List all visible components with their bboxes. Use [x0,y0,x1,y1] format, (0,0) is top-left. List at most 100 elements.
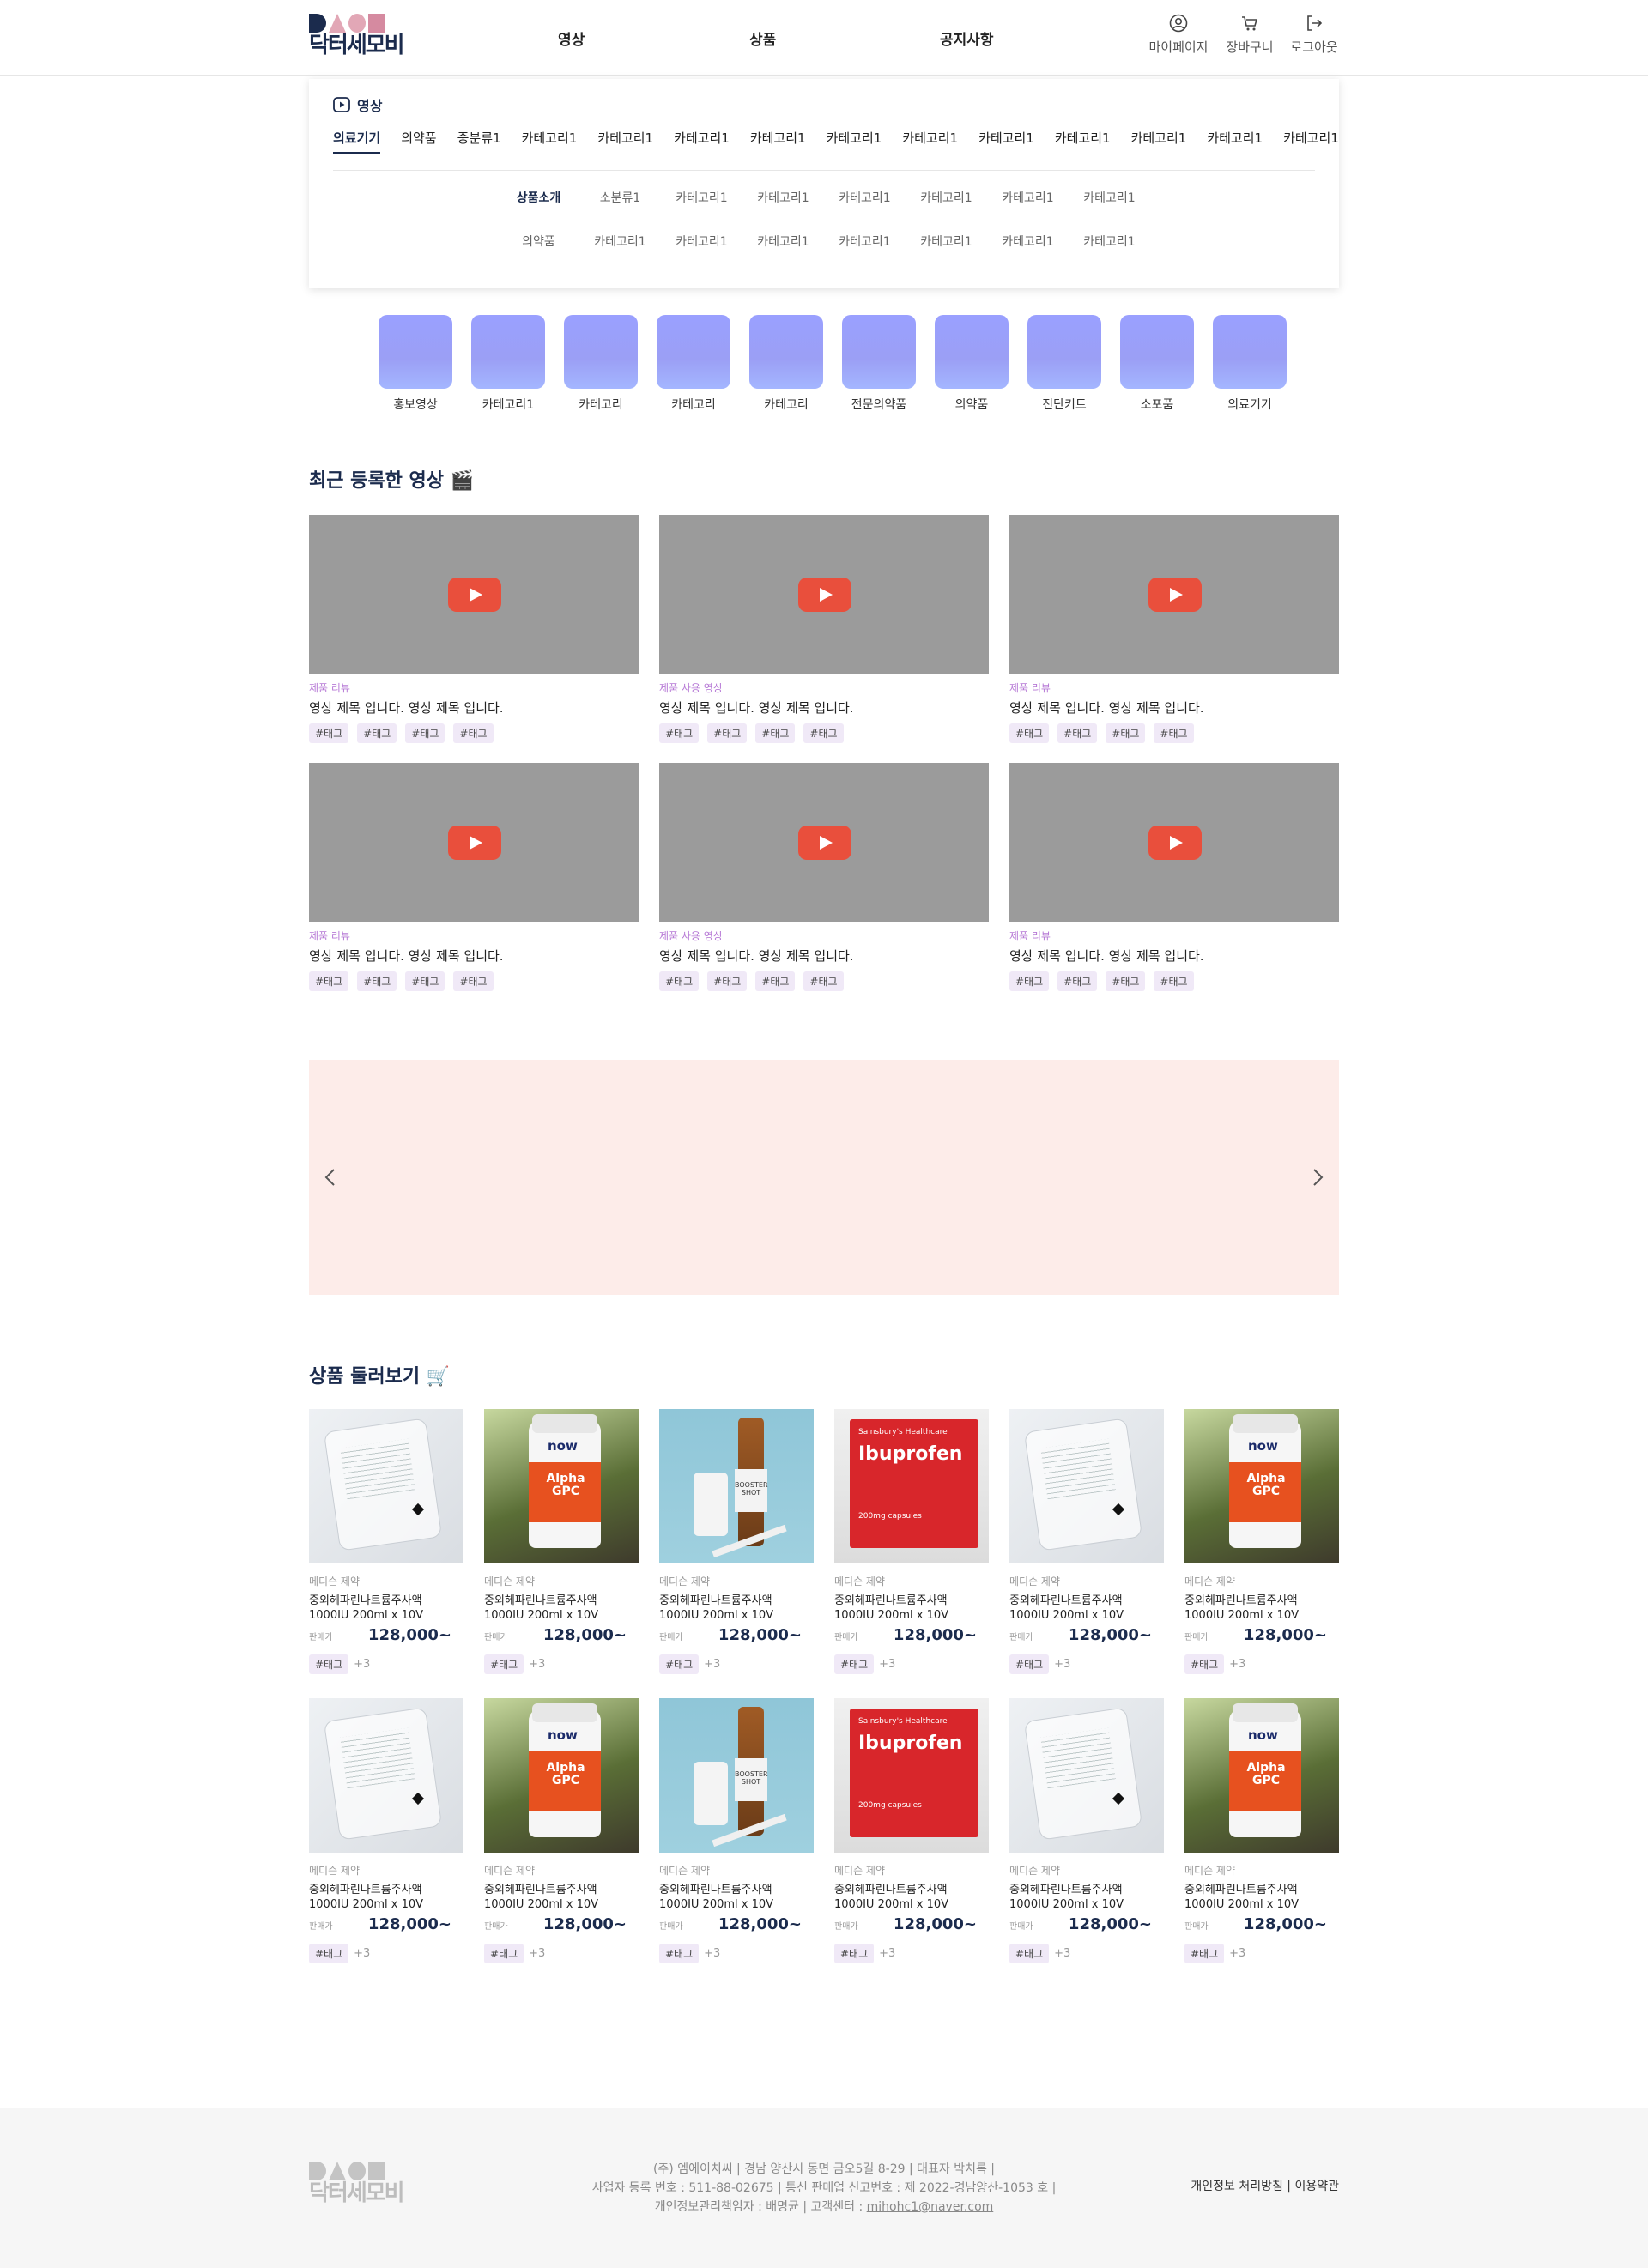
video-title[interactable]: 영상 제목 입니다. 영상 제목 입니다. [309,699,639,717]
sub-category-item[interactable]: 카테고리1 [987,233,1069,258]
product-tag[interactable]: #태그 [1184,1944,1225,1963]
sub-category-item[interactable]: 카테고리1 [742,189,824,215]
video-tag[interactable]: #태그 [659,971,700,991]
more-tags-count[interactable]: +3 [529,1658,545,1671]
video-tag[interactable]: #태그 [1154,971,1194,991]
video-tag[interactable]: #태그 [707,971,748,991]
product-name[interactable]: 중외헤파린나트륨주사액 1000IU 200ml x 10V [1009,1883,1164,1912]
play-icon[interactable] [448,578,501,612]
play-icon[interactable] [1148,578,1202,612]
tab-category[interactable]: 카테고리1 [1055,129,1111,154]
product-card[interactable]: now Alpha GPC 메디슨 제약 중외헤파린나트륨주사액 1000IU 2… [484,1409,639,1698]
tab-category[interactable]: 카테고리1 [750,129,806,154]
tab-category[interactable]: 카테고리1 [827,129,882,154]
sub-category-item[interactable]: 카테고리1 [906,233,987,258]
more-tags-count[interactable]: +3 [1054,1947,1070,1960]
chevron-left-icon[interactable] [318,1164,343,1190]
logout-button[interactable]: 로그아웃 [1280,14,1348,56]
product-card[interactable]: 메디슨 제약 중외헤파린나트륨주사액 1000IU 200ml x 10V 판매… [1009,1409,1164,1698]
product-image-ibuprofen-box[interactable]: Sainsbury's Healthcare Ibuprofen 200mg cap… [834,1698,989,1853]
product-image-iv-bag[interactable] [309,1409,464,1563]
product-image-iv-bag[interactable] [1009,1409,1164,1563]
video-tag[interactable]: #태그 [405,723,445,743]
sub-category-item[interactable]: 카테고리1 [987,189,1069,215]
footer-links[interactable]: 개인정보 처리방침 | 이용약관 [1191,2177,1339,2194]
quick-item[interactable]: 카테고리 [647,315,740,413]
sub-category-item[interactable]: 카테고리1 [824,189,906,215]
video-card[interactable]: 제품 사용 영상 영상 제목 입니다. 영상 제목 입니다. #태그 #태그 #태그… [659,763,989,1011]
video-tag[interactable]: #태그 [405,971,445,991]
video-tag[interactable]: #태그 [755,971,796,991]
more-tags-count[interactable]: +3 [704,1658,720,1671]
product-image-vitamin-bottle[interactable]: now Alpha GPC [1184,1698,1339,1853]
more-tags-count[interactable]: +3 [704,1947,720,1960]
play-icon[interactable] [798,826,851,860]
video-thumbnail[interactable] [309,515,639,674]
video-tag[interactable]: #태그 [1057,723,1098,743]
video-tag[interactable]: #태그 [803,971,844,991]
sub-category-item[interactable]: 카테고리1 [824,233,906,258]
sub-category-item[interactable]: 카테고리1 [579,233,661,258]
video-tag[interactable]: #태그 [659,723,700,743]
tab-category[interactable]: 카테고리1 [597,129,653,154]
tab-category[interactable]: 카테고리1 [1207,129,1263,154]
tab-category[interactable]: 카테고리1 [902,129,958,154]
video-tag[interactable]: #태그 [1154,723,1194,743]
product-name[interactable]: 중외헤파린나트륨주사액 1000IU 200ml x 10V [834,1883,989,1912]
video-thumbnail[interactable] [1009,763,1339,922]
sub-category-item[interactable]: 카테고리1 [661,233,742,258]
quick-item[interactable]: 카테고리 [740,315,833,413]
quick-item[interactable]: 카테고리 [554,315,647,413]
video-title[interactable]: 영상 제목 입니다. 영상 제목 입니다. [309,947,639,965]
product-card[interactable]: now Alpha GPC 메디슨 제약 중외헤파린나트륨주사액 1000IU 2… [1184,1698,1339,1987]
site-logo[interactable]: 닥터세모비 [309,12,405,62]
video-card[interactable]: 제품 사용 영상 영상 제목 입니다. 영상 제목 입니다. #태그 #태그 #태그… [659,515,989,763]
video-title[interactable]: 영상 제목 입니다. 영상 제목 입니다. [659,947,989,965]
tab-medical-device[interactable]: 의료기기 [333,129,381,154]
product-card[interactable]: now Alpha GPC 메디슨 제약 중외헤파린나트륨주사액 1000IU 2… [484,1698,639,1987]
video-tag[interactable]: #태그 [707,723,748,743]
more-tags-count[interactable]: +3 [879,1658,895,1671]
sub-category-item[interactable]: 카테고리1 [661,189,742,215]
product-tag[interactable]: #태그 [484,1944,524,1963]
nav-notice[interactable]: 공지사항 [940,27,994,49]
product-image-iv-bag[interactable] [1009,1698,1164,1853]
nav-products[interactable]: 상품 [749,27,776,49]
product-name[interactable]: 중외헤파린나트륨주사액 1000IU 200ml x 10V [484,1594,639,1623]
product-card[interactable]: BOOSTER SHOT 메디슨 제약 중외헤파린나트륨주사액 1000IU 2… [659,1698,814,1987]
play-icon[interactable] [448,826,501,860]
product-image-ibuprofen-box[interactable]: Sainsbury's Healthcare Ibuprofen 200mg cap… [834,1409,989,1563]
video-card[interactable]: 제품 리뷰 영상 제목 입니다. 영상 제목 입니다. #태그 #태그 #태그 #태그 [1009,515,1339,763]
video-tag[interactable]: #태그 [803,723,844,743]
product-card[interactable]: Sainsbury's Healthcare Ibuprofen 200mg cap… [834,1698,989,1987]
product-image-vial[interactable]: BOOSTER SHOT [659,1409,814,1563]
video-tag[interactable]: #태그 [1009,723,1050,743]
play-icon[interactable] [798,578,851,612]
product-image-vitamin-bottle[interactable]: now Alpha GPC [1184,1409,1339,1563]
play-icon[interactable] [1148,826,1202,860]
video-tag[interactable]: #태그 [453,723,494,743]
product-image-vitamin-bottle[interactable]: now Alpha GPC [484,1409,639,1563]
tab-medicine[interactable]: 의약품 [401,129,436,154]
more-tags-count[interactable]: +3 [529,1947,545,1960]
product-name[interactable]: 중외헤파린나트륨주사액 1000IU 200ml x 10V [309,1883,464,1912]
video-tag[interactable]: #태그 [357,971,397,991]
tab-category[interactable]: 카테고리1 [1283,129,1339,154]
product-card[interactable]: 메디슨 제약 중외헤파린나트륨주사액 1000IU 200ml x 10V 판매… [309,1409,464,1698]
product-tag[interactable]: #태그 [1009,1654,1050,1674]
product-tag[interactable]: #태그 [484,1654,524,1674]
more-tags-count[interactable]: +3 [1054,1658,1070,1671]
chevron-right-icon[interactable] [1305,1164,1330,1190]
quick-item[interactable]: 의료기기 [1203,315,1296,413]
video-tag[interactable]: #태그 [1106,971,1146,991]
tab-mid-category[interactable]: 중분류1 [457,129,501,154]
tab-category[interactable]: 카테고리1 [1131,129,1187,154]
video-thumbnail[interactable] [659,515,989,674]
video-title[interactable]: 영상 제목 입니다. 영상 제목 입니다. [1009,947,1339,965]
video-tag[interactable]: #태그 [1106,723,1146,743]
product-card[interactable]: 메디슨 제약 중외헤파린나트륨주사액 1000IU 200ml x 10V 판매… [1009,1698,1164,1987]
support-email-link[interactable]: mihohc1@naver.com [867,2200,994,2214]
cart-button[interactable]: 장바구니 [1215,14,1284,56]
product-name[interactable]: 중외헤파린나트륨주사액 1000IU 200ml x 10V [1184,1594,1339,1623]
sub-category-item[interactable]: 카테고리1 [742,233,824,258]
